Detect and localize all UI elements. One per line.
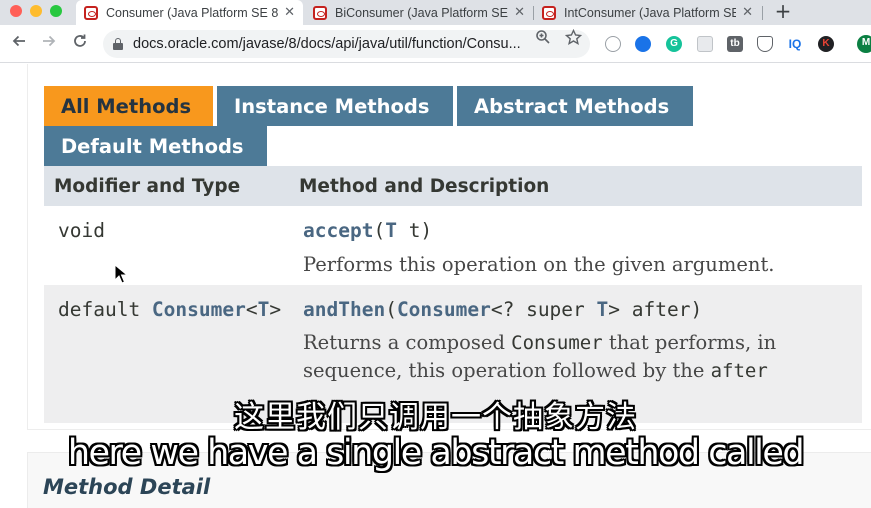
window-close-button[interactable] <box>10 5 22 17</box>
method-summary-table: Modifier and Type Method and Description… <box>44 166 862 423</box>
bookmark-star-icon[interactable] <box>563 28 583 50</box>
tab-title: Consumer (Java Platform SE 8 <box>106 5 279 20</box>
mouse-cursor-icon <box>114 264 128 284</box>
window-zoom-button[interactable] <box>50 5 62 17</box>
tab-close-icon[interactable]: ✕ <box>742 5 753 20</box>
extension-feather-icon[interactable] <box>635 36 651 52</box>
zoom-icon[interactable] <box>533 29 553 49</box>
tab-abstract-methods[interactable]: Abstract Methods <box>457 86 693 126</box>
method-link-accept[interactable]: accept <box>303 219 373 242</box>
consumer-type-link[interactable]: Consumer <box>397 298 491 321</box>
tab-close-icon[interactable]: ✕ <box>514 5 525 20</box>
browser-tab-consumer[interactable]: Consumer (Java Platform SE 8 ✕ <box>76 0 303 25</box>
oracle-favicon-icon <box>542 5 556 20</box>
forward-arrow-icon[interactable] <box>38 33 60 55</box>
tab-default-methods[interactable]: Default Methods <box>44 126 267 166</box>
tab-title: BiConsumer (Java Platform SE <box>335 5 508 20</box>
window-minimize-button[interactable] <box>30 5 42 17</box>
tab-divider <box>762 6 763 20</box>
tab-close-icon[interactable]: ✕ <box>284 5 295 20</box>
table-row: void accept(T t) Performs this operation… <box>44 206 862 285</box>
tab-title: IntConsumer (Java Platform SE <box>564 5 737 20</box>
extension-grid-icon[interactable] <box>697 36 713 52</box>
type-param-link[interactable]: T <box>385 219 397 242</box>
section-title: Method Detail <box>43 475 211 499</box>
method-link-andthen[interactable]: andThen <box>303 298 385 321</box>
grammarly-icon[interactable]: G <box>666 36 682 52</box>
type-param-link[interactable]: T <box>258 298 270 321</box>
lock-icon <box>113 38 123 50</box>
browser-tab-intconsumer[interactable]: IntConsumer (Java Platform SE ✕ <box>534 0 761 25</box>
reload-icon[interactable] <box>69 33 91 55</box>
tab-all-methods[interactable]: All Methods <box>44 86 213 126</box>
method-description: Returns a composed Consumer that perform… <box>303 331 777 382</box>
profile-avatar[interactable]: M <box>857 35 871 53</box>
browser-tab-strip: Consumer (Java Platform SE 8 ✕ BiConsume… <box>0 0 871 25</box>
new-tab-button[interactable]: + <box>772 1 794 23</box>
oracle-favicon-icon <box>313 5 327 20</box>
browser-tab-biconsumer[interactable]: BiConsumer (Java Platform SE ✕ <box>305 0 533 25</box>
extension-k-icon[interactable]: K <box>818 36 834 52</box>
extension-clock-icon[interactable] <box>605 36 621 52</box>
url-text[interactable]: docs.oracle.com/javase/8/docs/api/java/u… <box>133 36 590 52</box>
return-type: default Consumer<T> <box>58 298 282 321</box>
column-header-modifier: Modifier and Type <box>44 166 299 206</box>
extension-tb-icon[interactable]: tb <box>727 36 743 52</box>
subtitle-chinese: 这里我们只调用一个抽象方法 <box>234 400 637 435</box>
method-signature: accept(T t) <box>303 219 433 242</box>
subtitle-english: here we have a single abstract method ca… <box>67 433 805 473</box>
extension-iq-icon[interactable]: IQ <box>787 36 803 52</box>
back-arrow-icon[interactable] <box>8 33 30 55</box>
oracle-favicon-icon <box>84 5 98 20</box>
method-signature: andThen(Consumer<? super T> after) <box>303 298 703 321</box>
method-description: Performs this operation on the given arg… <box>303 253 775 276</box>
column-header-method: Method and Description <box>299 166 862 206</box>
consumer-type-link[interactable]: Consumer <box>152 298 246 321</box>
type-param-link[interactable]: T <box>597 298 609 321</box>
return-type: void <box>58 219 105 242</box>
tab-instance-methods[interactable]: Instance Methods <box>217 86 453 126</box>
browser-toolbar: docs.oracle.com/javase/8/docs/api/java/u… <box>0 25 871 63</box>
pocket-icon[interactable] <box>757 36 773 52</box>
address-bar[interactable]: docs.oracle.com/javase/8/docs/api/java/u… <box>103 30 590 58</box>
